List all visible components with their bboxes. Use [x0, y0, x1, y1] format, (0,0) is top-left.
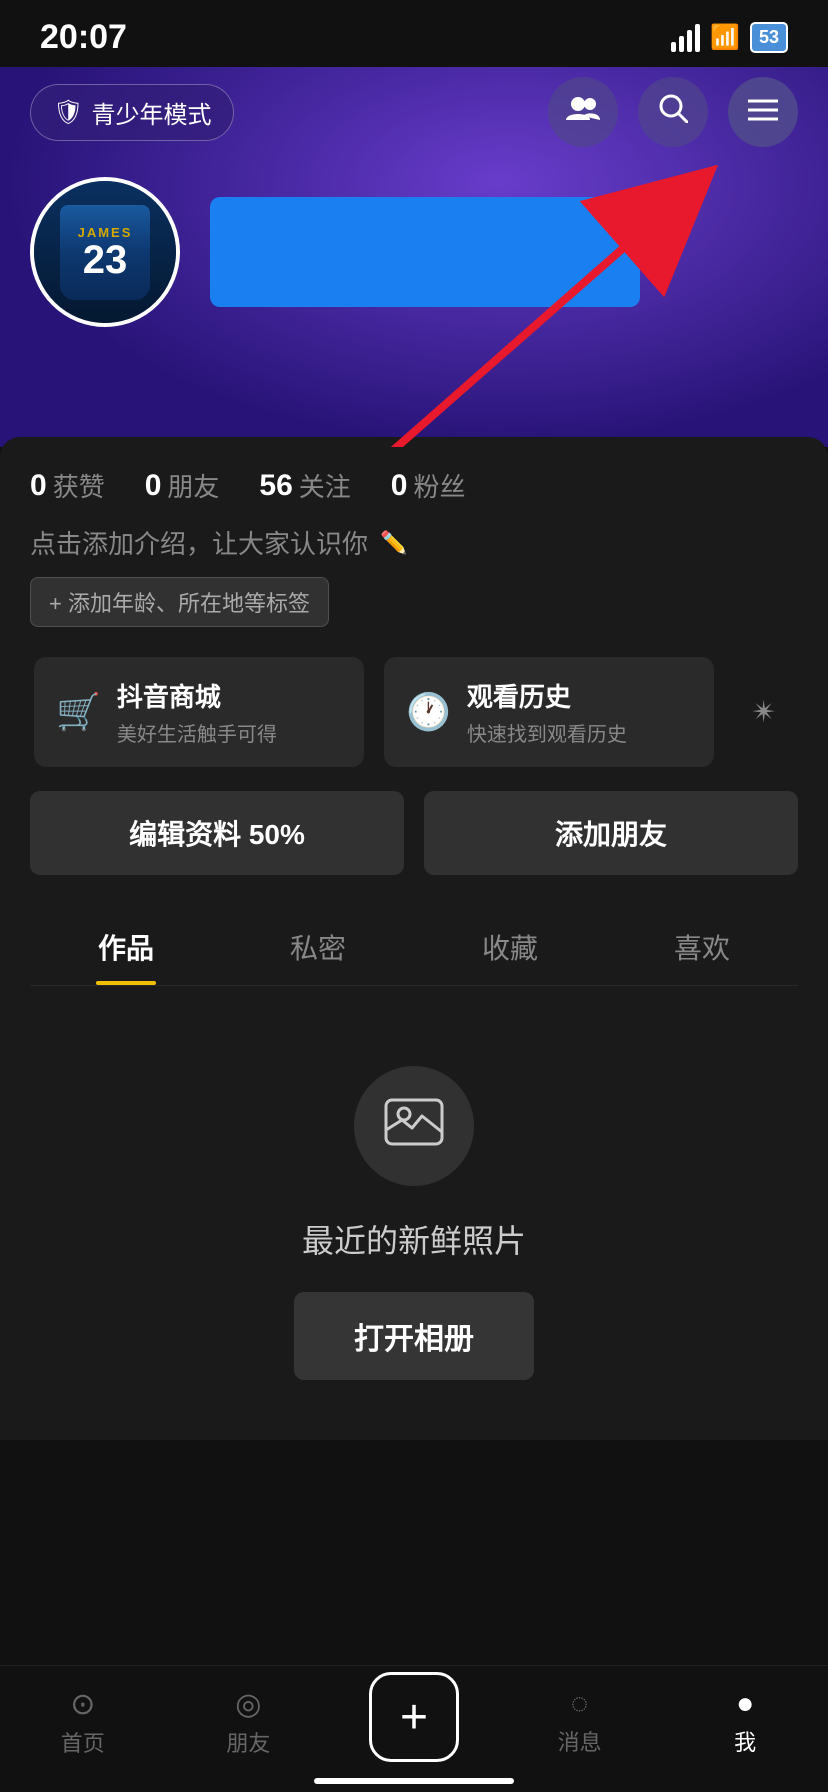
- stat-fans[interactable]: 0 粉丝: [391, 467, 466, 504]
- tabs-row: 作品 私密 收藏 喜欢: [30, 905, 798, 986]
- status-bar: 20:07 📶 53: [0, 0, 828, 67]
- stat-friends[interactable]: 0 朋友: [145, 467, 220, 504]
- edit-profile-button[interactable]: 编辑资料 50%: [30, 791, 404, 875]
- shop-icon: 🛒: [56, 691, 101, 733]
- stat-likes[interactable]: 0 获赞: [30, 467, 105, 504]
- fans-label: 粉丝: [413, 467, 465, 504]
- tab-private-label: 私密: [290, 933, 346, 964]
- friends-count: 0: [145, 469, 162, 503]
- open-album-button[interactable]: 打开相册: [294, 1292, 534, 1380]
- friends-label: 朋友: [167, 467, 219, 504]
- nav-friends[interactable]: ◎ 朋友: [166, 1687, 332, 1758]
- add-tag-button[interactable]: + 添加年龄、所在地等标签: [30, 577, 329, 627]
- username-block: [210, 197, 798, 307]
- status-time: 20:07: [40, 18, 127, 57]
- nav-friends-icon: ◎: [235, 1687, 261, 1722]
- nav-messages[interactable]: ◌ 消息: [497, 1687, 663, 1757]
- stats-row: 0 获赞 0 朋友 56 关注 0 粉丝: [30, 467, 798, 504]
- nav-create[interactable]: +: [331, 1682, 497, 1762]
- username-rect: [210, 197, 640, 307]
- messages-icon: ◌: [571, 1687, 589, 1721]
- shop-subtitle: 美好生活触手可得: [117, 718, 277, 747]
- youth-mode-button[interactable]: 🛡 青少年模式: [30, 84, 234, 141]
- empty-title: 最近的新鲜照片: [302, 1216, 526, 1262]
- avatar[interactable]: JAMES 23: [30, 177, 180, 327]
- stat-following[interactable]: 56 关注: [259, 467, 350, 504]
- photo-icon: [384, 1092, 444, 1161]
- history-action[interactable]: 🕐 观看历史 快速找到观看历史: [384, 657, 714, 767]
- tab-likes-label: 喜欢: [674, 933, 730, 964]
- shop-title: 抖音商城: [117, 677, 277, 714]
- likes-label: 获赞: [53, 467, 105, 504]
- sparkle-icon: ✴: [751, 695, 776, 730]
- home-icon: ⊙: [70, 1687, 95, 1722]
- history-title: 观看历史: [467, 677, 627, 714]
- nav-messages-label: 消息: [558, 1725, 602, 1757]
- shop-action[interactable]: 🛒 抖音商城 美好生活触手可得: [34, 657, 364, 767]
- tab-works-label: 作品: [98, 933, 154, 964]
- nav-me-label: 我: [734, 1725, 756, 1757]
- shop-texts: 抖音商城 美好生活触手可得: [117, 677, 277, 747]
- top-nav-icons: [548, 77, 798, 147]
- tab-works[interactable]: 作品: [30, 905, 222, 985]
- tab-collection[interactable]: 收藏: [414, 905, 606, 985]
- youth-mode-label: 青少年模式: [91, 95, 211, 130]
- likes-count: 0: [30, 469, 47, 503]
- more-action[interactable]: ✴: [734, 657, 794, 767]
- nav-me[interactable]: ● 我: [662, 1687, 828, 1757]
- nav-home[interactable]: ⊙ 首页: [0, 1687, 166, 1758]
- history-texts: 观看历史 快速找到观看历史: [467, 677, 627, 747]
- empty-icon-wrap: [354, 1066, 474, 1186]
- me-icon: ●: [736, 1687, 754, 1721]
- add-friend-button[interactable]: 添加朋友: [424, 791, 798, 875]
- tags-row: + 添加年龄、所在地等标签: [30, 577, 798, 627]
- following-label: 关注: [299, 467, 351, 504]
- signal-icon: [671, 24, 700, 52]
- top-nav: 🛡 青少年模式: [0, 67, 828, 167]
- edit-icon: ✏️: [380, 530, 407, 556]
- history-icon: 🕐: [406, 691, 451, 733]
- history-subtitle: 快速找到观看历史: [467, 718, 627, 747]
- nav-home-label: 首页: [61, 1726, 105, 1758]
- tab-private[interactable]: 私密: [222, 905, 414, 985]
- quick-actions: 🛒 抖音商城 美好生活触手可得 🕐 观看历史 快速找到观看历史 ✴: [30, 657, 798, 767]
- tab-collection-label: 收藏: [482, 933, 538, 964]
- battery-icon: 53: [750, 22, 788, 53]
- bio-placeholder: 点击添加介绍，让大家认识你: [30, 524, 368, 561]
- following-count: 56: [259, 469, 292, 503]
- wifi-icon: 📶: [710, 23, 740, 52]
- search-icon: [658, 93, 688, 131]
- stats-section: 0 获赞 0 朋友 56 关注 0 粉丝 点击添加介绍，让大家认识你 ✏️ + …: [0, 437, 828, 1440]
- menu-button[interactable]: [728, 77, 798, 147]
- fans-count: 0: [391, 469, 408, 503]
- youth-mode-icon: 🛡: [53, 98, 83, 127]
- plus-icon: +: [400, 1690, 428, 1745]
- friends-button[interactable]: [548, 77, 618, 147]
- status-icons: 📶 53: [671, 22, 788, 53]
- empty-state: 最近的新鲜照片 打开相册: [30, 986, 798, 1440]
- hamburger-icon: [748, 95, 778, 129]
- buttons-row: 编辑资料 50% 添加朋友: [30, 791, 798, 875]
- search-button[interactable]: [638, 77, 708, 147]
- create-button[interactable]: +: [369, 1672, 459, 1762]
- tab-likes[interactable]: 喜欢: [606, 905, 798, 985]
- nav-friends-label: 朋友: [226, 1726, 270, 1758]
- profile-row: JAMES 23: [0, 167, 828, 357]
- hero-area: 🛡 青少年模式: [0, 67, 828, 447]
- bio-row[interactable]: 点击添加介绍，让大家认识你 ✏️: [30, 524, 798, 561]
- home-indicator: [314, 1778, 514, 1784]
- friends-icon: [566, 94, 600, 130]
- bottom-nav: ⊙ 首页 ◎ 朋友 + ◌ 消息 ● 我: [0, 1665, 828, 1792]
